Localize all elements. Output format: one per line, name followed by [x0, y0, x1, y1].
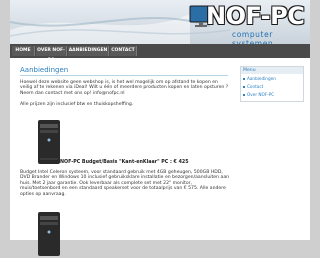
sidebar-heading: Menu — [241, 67, 303, 74]
sidebar-item-over-nof-pc[interactable]: Over NOF-PC — [243, 92, 274, 97]
logo-text[interactable]: NOF-PC — [206, 2, 305, 30]
sidebar-item-label: Aanbiedingen — [247, 76, 276, 81]
product-description: Budget Intel Celeron systeem, voor stand… — [20, 170, 230, 197]
nav-aanbiedingen[interactable]: AANBIEDINGEN — [68, 46, 109, 56]
title-divider — [20, 75, 228, 76]
nav-contact[interactable]: CONTACT — [110, 46, 137, 56]
sidebar-item-contact[interactable]: Contact — [243, 84, 263, 89]
main-navigation: HOME OVER NOF-PC AANBIEDINGEN CONTACT — [10, 44, 310, 63]
sidebar-menu: Menu Aanbiedingen Contact Over NOF-PC — [240, 66, 304, 102]
desktop-pc-image — [38, 212, 60, 256]
bullet-icon — [243, 94, 245, 96]
nav-over-nof-pc[interactable]: OVER NOF-PC — [36, 46, 67, 63]
desktop-pc-image — [38, 120, 60, 164]
bullet-icon — [243, 86, 245, 88]
product-title: NOF-PC Budget/Basis "Kant-enKlaar" PC : … — [60, 160, 189, 165]
prices-note: Alle prijzen zijn inclusief btw en thuis… — [20, 102, 134, 107]
content-area: Aanbiedingen Hoewel deze website geen we… — [10, 58, 310, 256]
sidebar-item-aanbiedingen[interactable]: Aanbiedingen — [243, 76, 276, 81]
site-header: NOF-PC computer systemen — [10, 0, 310, 48]
sidebar-item-label: Over NOF-PC — [247, 92, 275, 97]
page-title: Aanbiedingen — [20, 66, 69, 74]
bullet-icon — [243, 78, 245, 80]
sidebar-item-label: Contact — [247, 84, 264, 89]
nav-home[interactable]: HOME — [12, 46, 35, 56]
intro-text: Hoewel deze website geen webshop is, is … — [20, 80, 229, 96]
